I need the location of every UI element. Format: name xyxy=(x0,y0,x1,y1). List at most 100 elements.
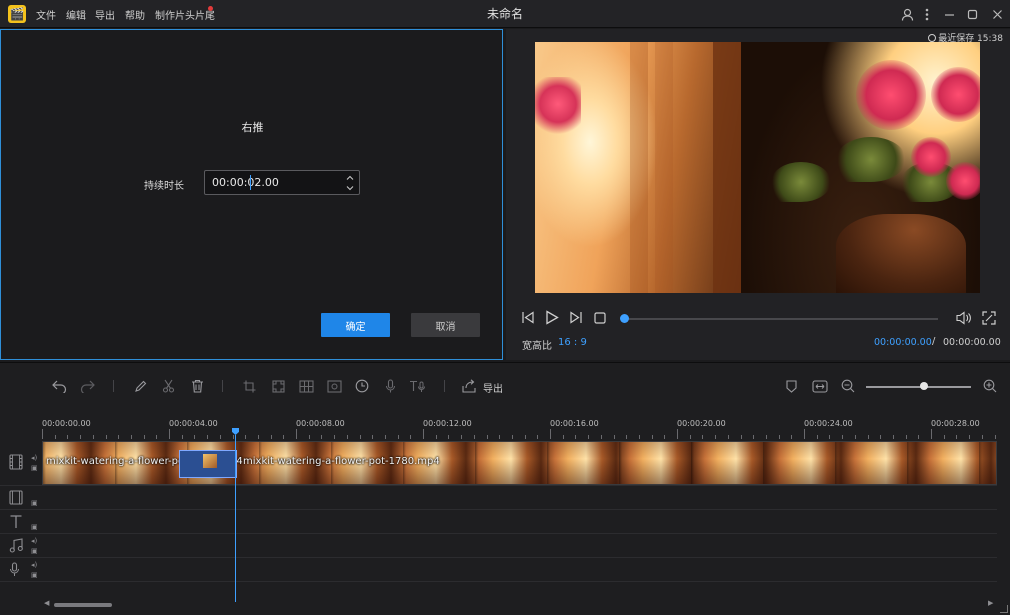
play-icon[interactable] xyxy=(545,310,559,329)
export-icon[interactable] xyxy=(460,377,478,395)
time-ruler[interactable]: 00:00:00.00 00:00:04.00 00:00:08.00 00:00:1… xyxy=(42,415,997,439)
more-icon[interactable] xyxy=(918,5,936,23)
chevron-down-icon[interactable] xyxy=(344,183,356,193)
lock-icon[interactable]: ▣ xyxy=(31,571,38,579)
ruler-tick xyxy=(54,435,56,439)
ruler-tick xyxy=(461,435,463,439)
ruler-tick xyxy=(130,435,132,439)
menu-intro-outro[interactable]: 制作片头片尾 xyxy=(155,7,215,22)
menu-file[interactable]: 文件 xyxy=(36,7,56,22)
close-icon[interactable] xyxy=(988,5,1006,23)
menu-export[interactable]: 导出 xyxy=(95,7,115,22)
edit-icon[interactable] xyxy=(131,377,149,395)
speaker-icon[interactable]: ◂) xyxy=(31,561,37,569)
next-frame-icon[interactable] xyxy=(569,311,583,328)
timeline-scrollbar[interactable] xyxy=(42,602,997,608)
ruler-tick xyxy=(473,435,475,439)
playhead-line xyxy=(235,435,236,603)
maximize-icon[interactable] xyxy=(963,5,981,23)
zoom-slider-handle[interactable] xyxy=(919,382,928,390)
ruler-tick xyxy=(880,435,882,439)
export-button[interactable]: 导出 xyxy=(483,380,503,395)
video-preview[interactable] xyxy=(535,42,980,293)
redo-icon[interactable] xyxy=(78,377,96,395)
previous-frame-icon[interactable] xyxy=(521,311,535,328)
ruler-tick xyxy=(372,435,374,439)
ruler-tick xyxy=(283,435,285,439)
undo-icon[interactable] xyxy=(50,377,68,395)
freeze-frame-icon[interactable] xyxy=(325,377,343,395)
ruler-tick xyxy=(423,429,424,439)
resize-icon[interactable] xyxy=(269,377,287,395)
overlay-track: ▣ xyxy=(0,486,997,510)
speaker-icon[interactable]: ◂) xyxy=(31,454,37,462)
resize-grip-icon[interactable] xyxy=(1000,605,1008,613)
aspect-ratio-value[interactable]: 16 : 9 xyxy=(558,337,587,348)
ruler-tick xyxy=(537,435,539,439)
ruler-tick xyxy=(219,435,221,439)
lock-icon[interactable]: ▣ xyxy=(31,464,38,472)
stop-icon[interactable] xyxy=(594,312,606,328)
zoom-in-icon[interactable] xyxy=(981,377,999,395)
duration-clock-icon[interactable] xyxy=(353,377,371,395)
duration-stepper[interactable]: 00:00:02.00 xyxy=(204,170,360,195)
timeline-scrollbar-thumb[interactable] xyxy=(54,603,112,607)
ruler-tick xyxy=(981,435,983,439)
ruler-tick xyxy=(600,435,602,439)
flower-image xyxy=(911,137,951,177)
lock-icon[interactable]: ▣ xyxy=(31,547,38,555)
cancel-button[interactable]: 取消 xyxy=(411,313,480,337)
delete-icon[interactable] xyxy=(188,377,206,395)
transition-name: 右推 xyxy=(241,121,264,134)
marker-icon[interactable] xyxy=(782,377,800,395)
menu-help[interactable]: 帮助 xyxy=(125,7,145,22)
toolbar-divider xyxy=(444,380,445,392)
text-to-speech-icon[interactable] xyxy=(409,377,427,395)
lock-icon[interactable]: ▣ xyxy=(31,499,38,507)
title-bar: 🎬 文件 编辑 导出 帮助 制作片头片尾 未命名 xyxy=(0,0,1010,28)
speaker-icon[interactable]: ◂) xyxy=(31,537,37,545)
ruler-tick xyxy=(245,435,247,439)
minimize-icon[interactable] xyxy=(940,5,958,23)
crop-icon[interactable] xyxy=(240,377,258,395)
current-time: 00:00:00.00 xyxy=(874,337,932,348)
ruler-tick xyxy=(905,435,907,439)
user-icon[interactable] xyxy=(898,5,916,23)
ruler-tick xyxy=(308,435,310,439)
lock-icon[interactable]: ▣ xyxy=(31,523,38,531)
cut-icon[interactable] xyxy=(159,377,177,395)
ruler-tick xyxy=(816,435,818,439)
ruler-tick xyxy=(359,435,361,439)
confirm-button[interactable]: 确定 xyxy=(321,313,390,337)
scroll-left-icon[interactable]: ◀ xyxy=(44,599,49,607)
ruler-tick xyxy=(524,435,526,439)
ruler-tick-label: 00:00:20.00 xyxy=(677,419,726,428)
duration-field[interactable]: 00:00:02.00 xyxy=(212,176,279,189)
chevron-up-icon[interactable] xyxy=(344,172,356,182)
fullscreen-icon[interactable] xyxy=(982,311,996,329)
time-separator: / xyxy=(932,336,936,347)
flower-image xyxy=(931,67,980,122)
ruler-tick xyxy=(270,435,272,439)
scroll-right-icon[interactable]: ▶ xyxy=(988,599,993,607)
ruler-tick xyxy=(842,435,844,439)
volume-icon[interactable] xyxy=(956,311,972,329)
ruler-tick xyxy=(296,429,297,439)
zoom-out-icon[interactable] xyxy=(839,377,857,395)
fit-timeline-icon[interactable] xyxy=(811,377,829,395)
ruler-tick xyxy=(854,435,856,439)
seek-bar[interactable] xyxy=(628,318,938,320)
video-clip-strip[interactable]: mixkit-watering-a-flower-pot-1780.mp4 mi… xyxy=(42,441,997,485)
mosaic-icon[interactable] xyxy=(297,377,315,395)
ruler-tick xyxy=(448,435,450,439)
ruler-tick xyxy=(435,435,437,439)
microphone-icon[interactable] xyxy=(381,377,399,395)
ruler-tick xyxy=(562,435,564,439)
toolbar-divider xyxy=(113,380,114,392)
seek-handle[interactable] xyxy=(620,314,629,323)
menu-edit[interactable]: 编辑 xyxy=(66,7,86,22)
ruler-tick-label: 00:00:12.00 xyxy=(423,419,472,428)
zoom-slider[interactable] xyxy=(866,386,971,388)
ruler-tick xyxy=(80,435,82,439)
ruler-tick xyxy=(486,435,488,439)
